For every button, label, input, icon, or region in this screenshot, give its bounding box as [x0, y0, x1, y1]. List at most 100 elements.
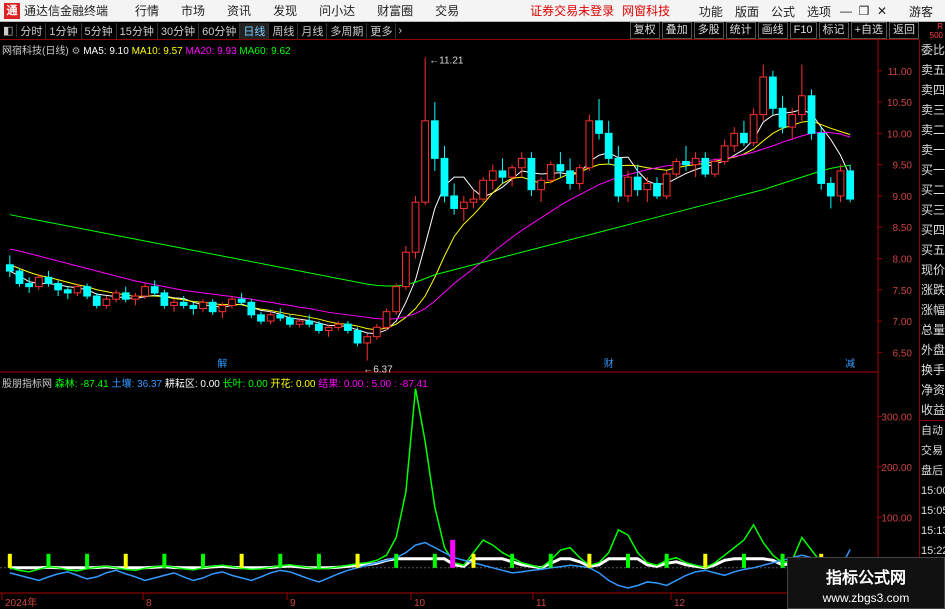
y-tick-label: 9.50 [893, 161, 913, 172]
candle-body [575, 167, 584, 184]
watermark-line2: www.zbgs3.com [822, 591, 910, 605]
draw-line-button[interactable]: 画线 [757, 22, 788, 39]
period-60min[interactable]: 60分钟 [199, 22, 241, 39]
menu-item-formula[interactable]: 公式 [771, 3, 795, 20]
trade-row-0[interactable]: 自动 [920, 421, 945, 441]
mark-button[interactable]: 标记 [818, 22, 849, 39]
more-chevron-icon[interactable]: › [396, 25, 404, 37]
restore-icon[interactable]: ❐ [855, 4, 873, 18]
back-button[interactable]: 返回 [889, 22, 919, 39]
signal-bar-magenta [450, 539, 456, 568]
menu-item-quotes[interactable]: 行情 [135, 2, 159, 19]
period-1min[interactable]: 1分钟 [46, 22, 82, 39]
candle-body [498, 170, 507, 178]
candle-body [817, 132, 826, 184]
guest-label[interactable]: 游客 [909, 3, 933, 20]
quote-field-2[interactable]: 卖四 [920, 80, 945, 100]
trade-row-4[interactable]: 15:05 [920, 501, 945, 521]
quote-field-3[interactable]: 卖三 [920, 100, 945, 120]
period-30min[interactable]: 30分钟 [158, 22, 200, 39]
menu-item-ask[interactable]: 问小达 [319, 2, 355, 19]
gear-icon[interactable]: ⚙ [71, 46, 80, 57]
period-daily[interactable]: 日线 [240, 22, 270, 39]
login-warning[interactable]: 证券交易未登录 [530, 2, 614, 19]
candle-body [208, 301, 217, 313]
signal-bar [471, 553, 476, 568]
quote-field-7[interactable]: 买二 [920, 180, 945, 200]
candle-body [179, 301, 188, 306]
collapse-icon[interactable]: ◧ [0, 24, 18, 37]
quote-field-9[interactable]: 买四 [920, 220, 945, 240]
period-timeshare[interactable]: 分时 [17, 22, 47, 39]
candle-body [73, 286, 82, 294]
quote-field-15[interactable]: 外盘 [920, 340, 945, 360]
x-tick-label: 12 [674, 598, 686, 609]
cultivation-band [9, 557, 851, 570]
quote-field-11[interactable]: 现价 [920, 260, 945, 280]
quote-field-1[interactable]: 卖五 [920, 60, 945, 80]
candle-body [846, 170, 855, 200]
candle-body [411, 201, 420, 253]
menu-item-market[interactable]: 市场 [181, 2, 205, 19]
quote-field-5[interactable]: 卖一 [920, 140, 945, 160]
candle-body [160, 292, 169, 306]
y-tick-label: 10.00 [887, 129, 912, 140]
watermark: 指标公式网 www.zbgs3.com [787, 557, 945, 609]
quote-field-13[interactable]: 涨幅 [920, 300, 945, 320]
quote-field-4[interactable]: 卖二 [920, 120, 945, 140]
quote-field-14[interactable]: 总量 [920, 320, 945, 340]
x-tick-label: 8 [146, 598, 152, 609]
candle-body [102, 298, 111, 306]
ma-legend-item: MA10: 9.57 [128, 46, 183, 57]
menu-item-wealth[interactable]: 财富圈 [377, 2, 413, 19]
adjust-button[interactable]: 复权 [629, 22, 660, 39]
period-monthly[interactable]: 月线 [298, 22, 328, 39]
quote-field-17[interactable]: 净资 [920, 380, 945, 400]
period-5min[interactable]: 5分钟 [82, 22, 117, 39]
quote-field-10[interactable]: 买五 [920, 240, 945, 260]
quote-field-16[interactable]: 换手 [920, 360, 945, 380]
period-15min[interactable]: 15分钟 [117, 22, 158, 39]
candle-body [372, 326, 381, 338]
quote-field-6[interactable]: 买一 [920, 160, 945, 180]
minimize-icon[interactable]: — [837, 4, 855, 18]
candle-body [459, 201, 468, 209]
quote-field-12[interactable]: 涨跌 [920, 280, 945, 300]
menu-item-discover[interactable]: 发现 [273, 2, 297, 19]
signal-bar [355, 553, 360, 568]
y-tick-label: 11.00 [888, 67, 913, 78]
signal-bar [201, 553, 206, 568]
add-favorite-button[interactable]: +自选 [850, 22, 887, 39]
menu-item-options[interactable]: 选项 [807, 3, 831, 20]
menu-item-function[interactable]: 功能 [699, 3, 723, 20]
close-icon[interactable]: ✕ [873, 4, 891, 18]
menu-item-layout[interactable]: 版面 [735, 3, 759, 20]
r-badge: R 500 [919, 22, 945, 40]
quote-field-18[interactable]: 收益 [920, 400, 945, 420]
overlay-button[interactable]: 叠加 [661, 22, 692, 39]
trade-row-5[interactable]: 15:13 [920, 521, 945, 541]
signal-bar [394, 553, 399, 568]
candle-body [585, 120, 594, 169]
signal-bar [703, 553, 708, 568]
menu-item-news[interactable]: 资讯 [227, 2, 251, 19]
signal-bar [162, 553, 167, 568]
signal-bar [85, 553, 90, 568]
ma-legend-item: MA5: 9.10 [83, 46, 129, 57]
trade-row-3[interactable]: 15:00 [920, 481, 945, 501]
quote-field-0[interactable]: 委比 [920, 40, 945, 60]
multi-stock-button[interactable]: 多股 [693, 22, 724, 39]
stats-button[interactable]: 统计 [725, 22, 756, 39]
trade-row-2[interactable]: 盘后 [920, 461, 945, 481]
period-more[interactable]: 更多 [367, 22, 397, 39]
chart-area[interactable]: 11.00 10.50 10.00 9.50 9.00 8.50 8.00 7.50 7.00 6… [0, 40, 919, 609]
candle-body [247, 301, 256, 316]
ma-legend-item: MA20: 9.93 [182, 46, 237, 57]
quote-field-8[interactable]: 买三 [920, 200, 945, 220]
f10-button[interactable]: F10 [789, 22, 817, 39]
period-multi[interactable]: 多周期 [327, 22, 368, 39]
trade-row-1[interactable]: 交易 [920, 441, 945, 461]
period-weekly[interactable]: 周线 [269, 22, 299, 39]
indicator-legend-item: 开花: 0.00 [267, 379, 316, 390]
menu-item-trade[interactable]: 交易 [435, 2, 459, 19]
